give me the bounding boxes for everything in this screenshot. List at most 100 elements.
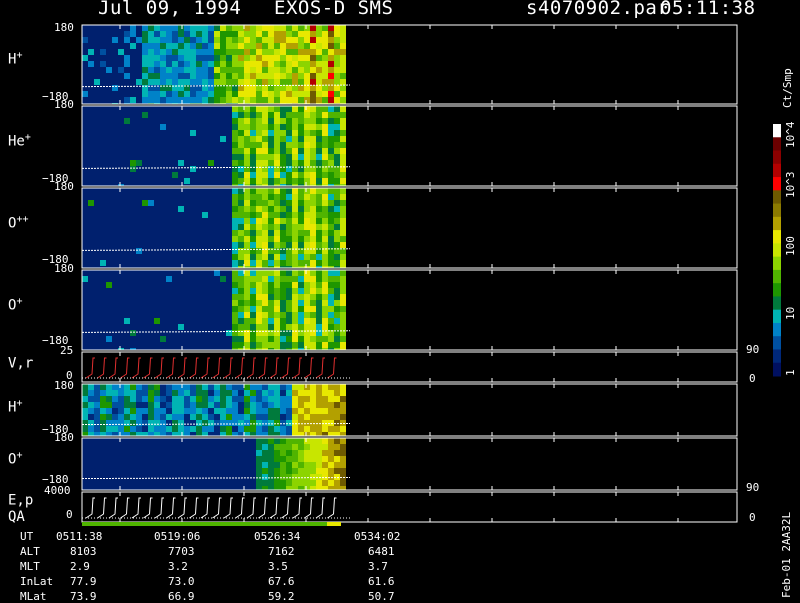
sweep-trace [154, 497, 164, 519]
sweep-trace [131, 357, 141, 379]
sweep-trace [85, 497, 95, 519]
sweep-trace [327, 497, 337, 519]
ephemeris-cell: 73.0 [168, 575, 195, 588]
sweep-trace [120, 497, 130, 519]
tick-op-top: 180 [54, 262, 74, 275]
colorbar-swatch [773, 336, 781, 350]
sweep-trace [85, 357, 95, 379]
ephemeris-cell: 0519:06 [154, 530, 201, 543]
colorbar-swatch [773, 322, 781, 337]
sweep-trace [189, 497, 199, 519]
ephemeris-cell: 61.6 [368, 575, 395, 588]
ephemeris-cell: 0534:02 [354, 530, 401, 543]
ephemeris-cell: 66.9 [168, 590, 195, 603]
panel-label-vr: V,r [8, 355, 34, 372]
ephemeris-cell: 2.9 [70, 560, 90, 573]
colorbar-swatch [773, 216, 781, 231]
colorbar-swatch [773, 283, 781, 297]
colorbar-swatch [773, 362, 781, 377]
header-time: 05:11:38 [660, 0, 756, 19]
sweep-trace [281, 497, 291, 519]
colorbar-tick: 100 [784, 236, 797, 256]
rtick-ep-top: 90 [746, 481, 760, 494]
instrument-title: EXOS-D SMS [274, 0, 394, 19]
rtick-vr-bottom: 0 [749, 372, 756, 385]
sweep-trace [269, 497, 279, 519]
ephemeris-row-label: UT [20, 530, 34, 543]
sweep-trace [223, 497, 233, 519]
tick-ep-bottom: 0 [66, 508, 73, 521]
ephemeris-row-label: ALT [20, 545, 40, 558]
sweep-trace [120, 357, 130, 379]
sweep-trace [166, 497, 176, 519]
sweep-trace [246, 497, 256, 519]
ephemeris-row-label: MLT [20, 560, 40, 573]
sweep-trace [154, 357, 164, 379]
sweep-trace [177, 497, 187, 519]
colorbar-swatch [773, 137, 781, 152]
sweep-trace [200, 497, 210, 519]
ephemeris-cell: 3.2 [168, 560, 188, 573]
colorbar-swatch [773, 349, 781, 364]
sweep-trace [223, 357, 233, 379]
panel-label-he: He+ [8, 132, 31, 150]
sweep-trace [189, 357, 199, 379]
panel-label-h-low: H+ [8, 398, 23, 416]
ephemeris-cell: 3.7 [368, 560, 388, 573]
sweep-trace [200, 357, 210, 379]
colorbar-tick: 10^4 [784, 121, 797, 149]
colorbar-tick: 10^3 [784, 171, 797, 199]
colorbar-unit: Ct/Smp [781, 68, 794, 108]
panel-frame [81, 491, 738, 523]
colorbar-swatch [773, 150, 781, 165]
colorbar-swatch [773, 163, 781, 178]
sweep-trace [131, 497, 141, 519]
sweep-trace [97, 357, 107, 379]
footer-vertical: Feb-01 2AA32L [780, 511, 793, 598]
sweep-trace [304, 357, 314, 379]
colorbar-swatch [773, 256, 781, 271]
date-title: Jul 09, 1994 [98, 0, 242, 19]
colorbar-tick: 1 [784, 369, 797, 376]
sweep-trace [212, 357, 222, 379]
tick-h-top: 180 [54, 21, 74, 34]
panel-label-ep: E,p [8, 492, 34, 509]
qa-label: QA [8, 509, 25, 525]
panel-label-o-plus-plus: O++ [8, 214, 29, 232]
sweep-trace [258, 497, 268, 519]
sweep-trace [258, 357, 268, 379]
sweep-trace [315, 497, 325, 519]
panel-label-o-plus: O+ [8, 296, 23, 314]
ephemeris-row-label: InLat [20, 575, 54, 588]
colorbar-swatch [773, 190, 781, 205]
ephemeris-cell: 50.7 [368, 590, 395, 603]
rtick-ep-bottom: 0 [749, 511, 756, 524]
colorbar-swatch [773, 203, 781, 218]
colorbar-swatch [773, 269, 781, 284]
sweep-trace [246, 357, 256, 379]
sweep-trace [97, 497, 107, 519]
ephemeris-cell: 7703 [168, 545, 195, 558]
tick-vr-top: 25 [60, 344, 74, 357]
sweep-trace [108, 357, 118, 379]
spectrogram-plot [81, 24, 781, 526]
tick-ep-top: 4000 [44, 484, 71, 497]
sweep-trace [108, 497, 118, 519]
sweep-trace [143, 497, 153, 519]
colorbar-swatch [773, 243, 781, 258]
sweep-trace [281, 357, 291, 379]
sweep-trace [235, 497, 245, 519]
rtick-vr-top: 90 [746, 343, 760, 356]
sweep-trace [269, 357, 279, 379]
tick-h2-top: 180 [54, 379, 74, 392]
colorbar-swatch [773, 124, 781, 138]
colorbar-tick: 10 [784, 306, 797, 320]
sweep-trace [292, 497, 302, 519]
tick-o2-top: 180 [54, 431, 74, 444]
sweep-trace [177, 357, 187, 379]
ephemeris-cell: 3.5 [268, 560, 288, 573]
colorbar-swatch [773, 230, 781, 244]
sweep-trace [166, 357, 176, 379]
sweep-trace [292, 357, 302, 379]
ephemeris-cell: 0526:34 [254, 530, 301, 543]
